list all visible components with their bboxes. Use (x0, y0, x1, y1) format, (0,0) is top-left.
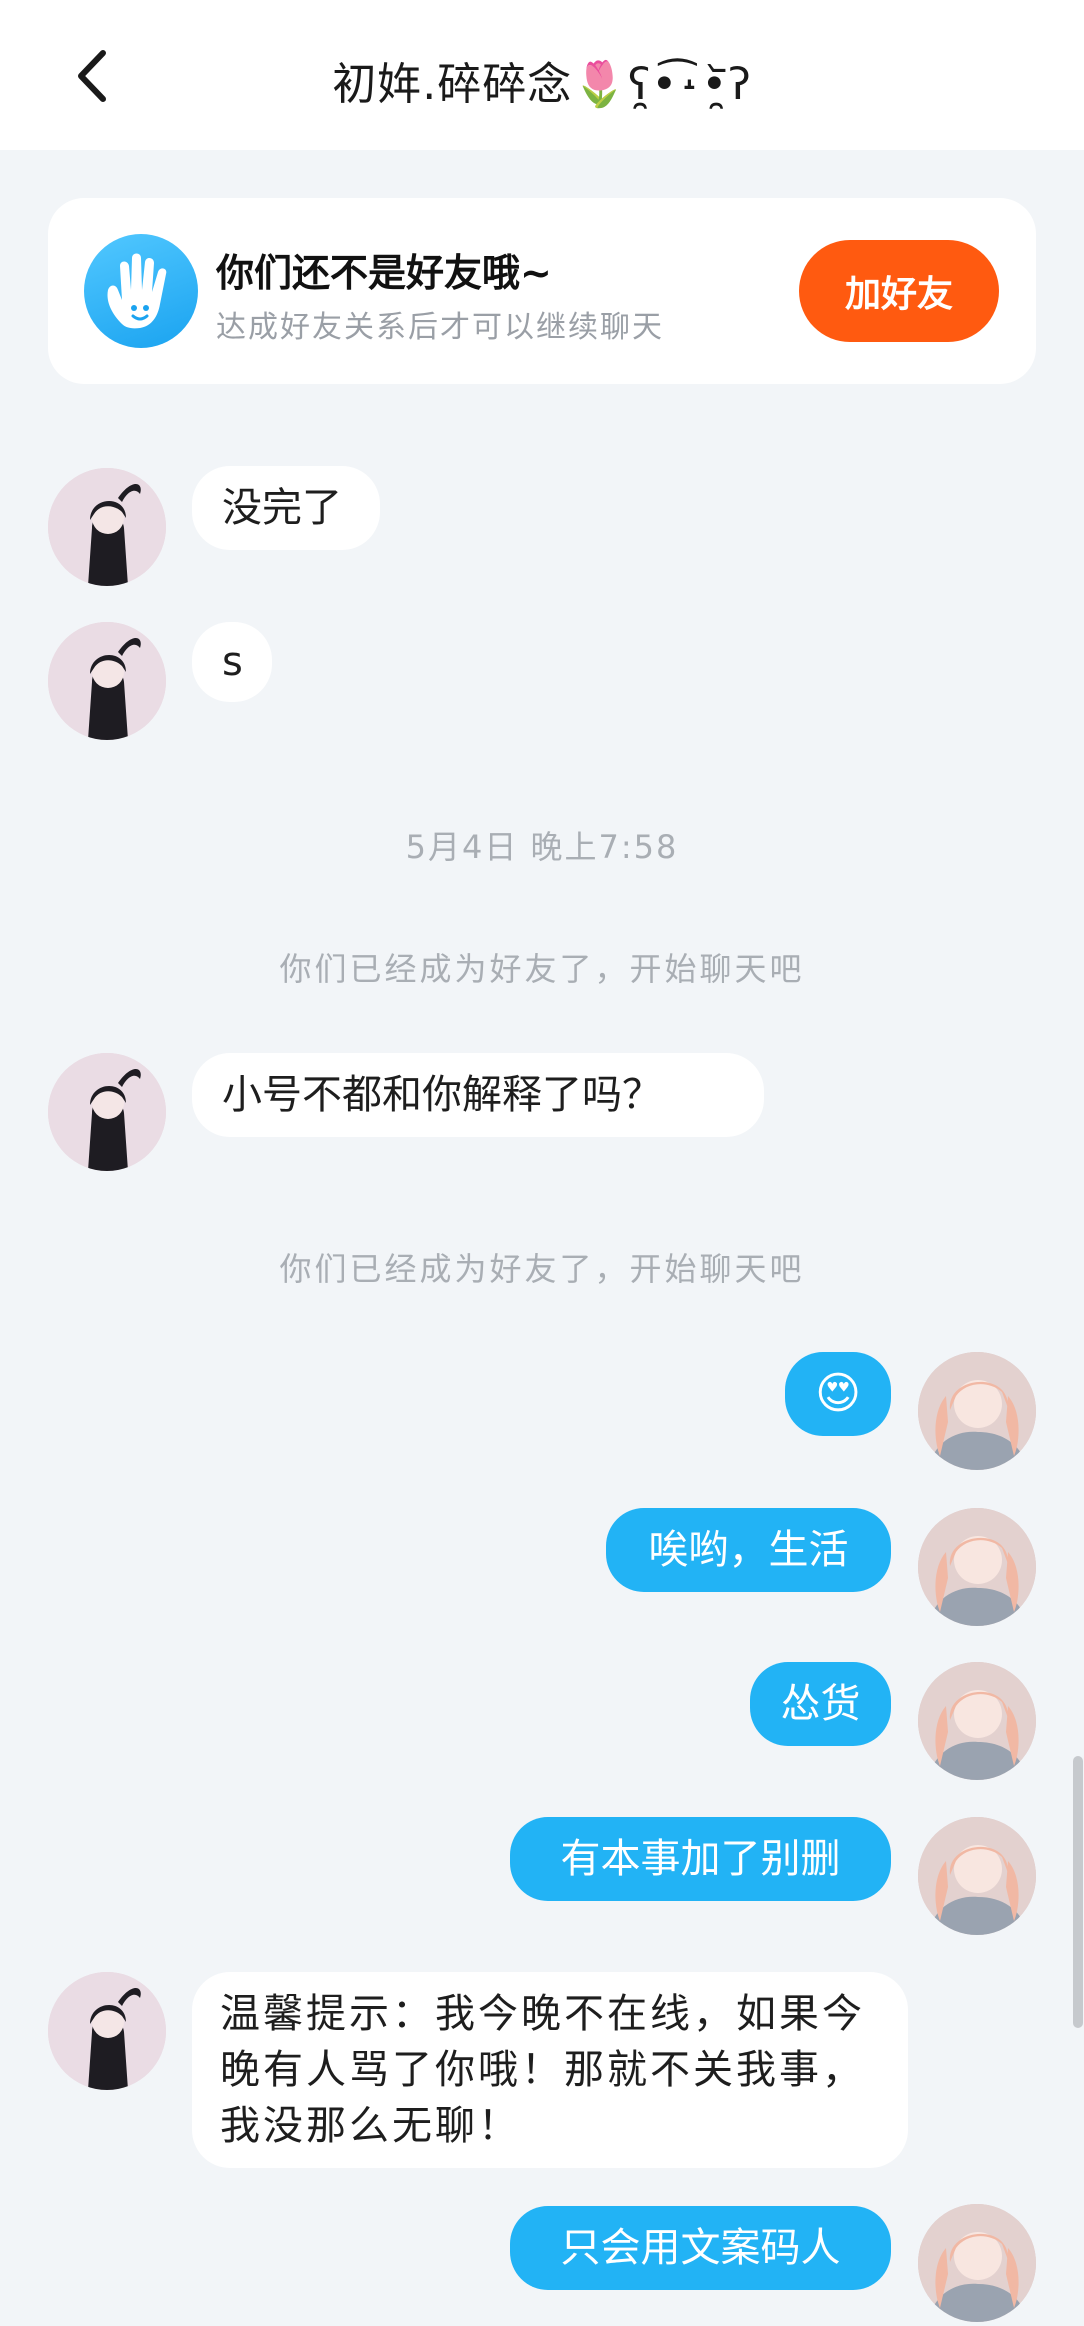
message-bubble-outgoing[interactable]: 怂货 (750, 1662, 891, 1746)
add-friend-button[interactable]: 加好友 (799, 240, 999, 342)
top-bar: 初姩.碎碎念🌷ʕ̯•͡˔•̯᷅ʔ (0, 0, 1084, 150)
system-notice: 你们已经成为好友了，开始聊天吧 (279, 950, 805, 988)
message-bubble-outgoing[interactable]: 只会用文案码人 (510, 2206, 891, 2290)
girl-avatar-pink-icon (918, 1817, 1036, 1935)
hand-icon-graphic (107, 253, 167, 329)
contact-avatar[interactable] (48, 1053, 166, 1171)
chat-title: 初姩.碎碎念🌷ʕ̯•͡˔•̯᷅ʔ (332, 59, 752, 110)
message-text: 有本事加了别删 (560, 1836, 841, 1882)
contact-avatar[interactable] (48, 1972, 166, 2090)
contact-avatar[interactable] (48, 468, 166, 586)
my-avatar[interactable] (918, 1352, 1036, 1470)
my-avatar[interactable] (918, 2204, 1036, 2322)
message-text: 只会用文案码人 (560, 2225, 841, 2271)
message-bubble-outgoing[interactable]: 😍 (785, 1352, 891, 1436)
message-text: 温馨提示：我今晚不在线，如果今晚有人骂了你哦！那就不关我事，我没那么无聊！ (220, 1991, 865, 2149)
girl-avatar-dark-icon (48, 468, 166, 586)
scrollbar-thumb[interactable] (1073, 1756, 1083, 2028)
girl-avatar-pink-icon (918, 1508, 1036, 1626)
girl-avatar-pink-icon (918, 2204, 1036, 2322)
girl-avatar-pink-icon (918, 1352, 1036, 1470)
girl-avatar-dark-icon (48, 1053, 166, 1171)
message-text: 没完了 (222, 485, 342, 531)
girl-avatar-dark-icon (48, 622, 166, 740)
message-bubble-incoming[interactable]: s (192, 622, 272, 702)
my-avatar[interactable] (918, 1662, 1036, 1780)
message-text: s (222, 639, 243, 685)
girl-avatar-dark-icon (48, 1972, 166, 2090)
hand-wave-icon (84, 234, 198, 348)
emoji-heart-eyes: 😍 (815, 1368, 861, 1419)
not-friends-banner: 你们还不是好友哦~ 达成好友关系后才可以继续聊天 加好友 (48, 198, 1036, 384)
message-bubble-incoming[interactable]: 小号不都和你解释了吗？ (192, 1053, 764, 1137)
message-text: 怂货 (780, 1681, 861, 1727)
message-bubble-outgoing[interactable]: 有本事加了别删 (510, 1817, 891, 1901)
message-text: 唉哟，生活 (648, 1527, 849, 1573)
banner-title: 你们还不是好友哦~ (216, 251, 552, 295)
my-avatar[interactable] (918, 1817, 1036, 1935)
message-bubble-outgoing[interactable]: 唉哟，生活 (606, 1508, 891, 1592)
my-avatar[interactable] (918, 1508, 1036, 1626)
message-bubble-incoming[interactable]: 温馨提示：我今晚不在线，如果今晚有人骂了你哦！那就不关我事，我没那么无聊！ (192, 1972, 908, 2168)
message-bubble-incoming[interactable]: 没完了 (192, 466, 380, 550)
system-notice: 你们已经成为好友了，开始聊天吧 (279, 1250, 805, 1288)
girl-avatar-pink-icon (918, 1662, 1036, 1780)
banner-subtitle: 达成好友关系后才可以继续聊天 (216, 310, 664, 345)
timestamp-separator: 5月4日 晚上7:58 (405, 828, 679, 866)
contact-avatar[interactable] (48, 622, 166, 740)
message-text: 小号不都和你解释了吗？ (222, 1072, 662, 1118)
